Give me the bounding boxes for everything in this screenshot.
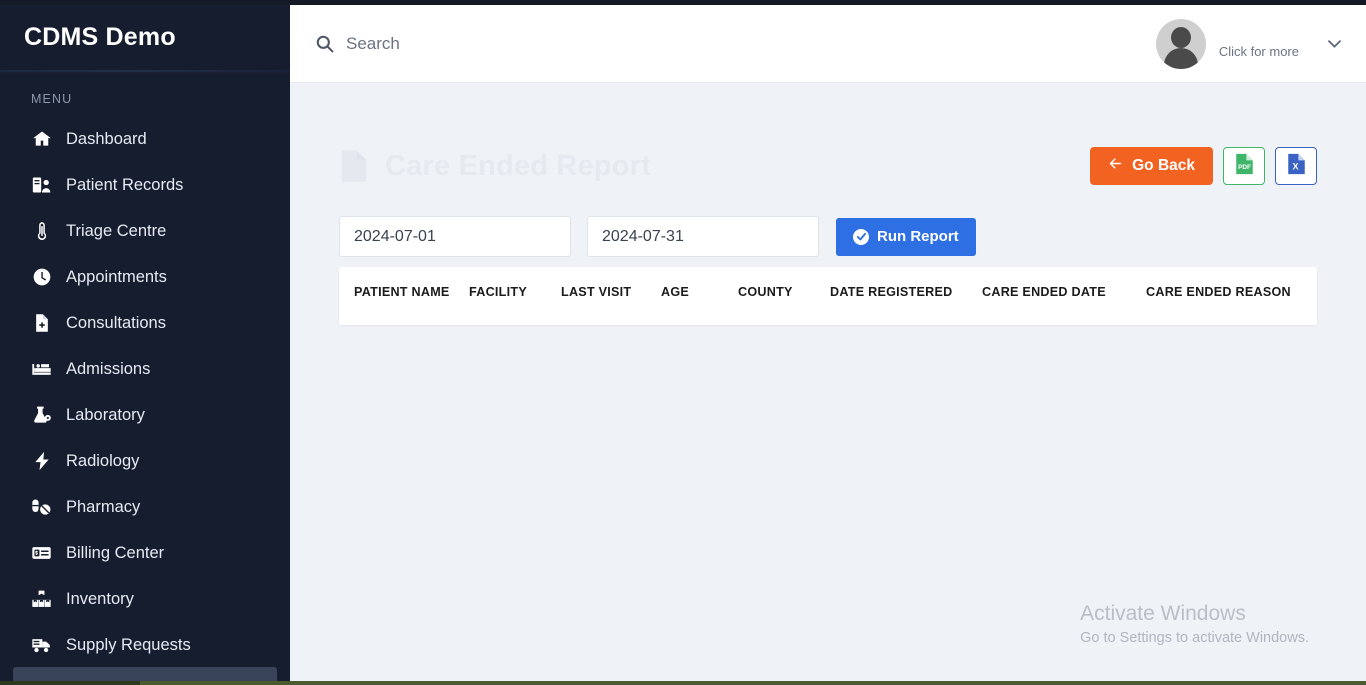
app-window: CDMS Demo MENU Dashboard Patient Records — [0, 0, 1366, 685]
sidebar-item-label: Pharmacy — [66, 497, 141, 516]
run-report-label: Run Report — [877, 228, 959, 245]
sidebar-item-label: Appointments — [66, 267, 167, 286]
sidebar-item-label: Radiology — [66, 451, 140, 470]
sidebar: CDMS Demo MENU Dashboard Patient Records — [0, 0, 290, 685]
main-content: Care Ended Report Go Back PDF X 2024-07-… — [290, 83, 1366, 685]
patient-records-icon — [31, 175, 52, 196]
sidebar-item-inventory[interactable]: Inventory — [0, 576, 290, 622]
truck-icon — [31, 635, 52, 656]
document-icon — [339, 149, 369, 183]
column-header-patient-name[interactable]: PATIENT NAME — [339, 267, 469, 317]
thermometer-icon — [31, 221, 52, 242]
chevron-down-icon[interactable] — [1325, 34, 1344, 53]
sidebar-section-label: MENU — [31, 92, 73, 106]
sidebar-item-patient-records[interactable]: Patient Records — [0, 162, 290, 208]
home-icon — [31, 129, 52, 150]
sidebar-item-label: Patient Records — [66, 175, 184, 194]
sidebar-item-supply-requests[interactable]: Supply Requests — [0, 622, 290, 668]
watermark-subtitle: Go to Settings to activate Windows. — [1080, 630, 1309, 647]
report-table: PATIENT NAME FACILITY LAST VISIT AGE COU… — [339, 267, 1317, 317]
column-header-county[interactable]: COUNTY — [738, 267, 830, 317]
sidebar-item-admissions[interactable]: Admissions — [0, 346, 290, 392]
page-title-group: Care Ended Report — [339, 149, 651, 183]
sidebar-item-label: Consultations — [66, 313, 166, 332]
sidebar-item-appointments[interactable]: Appointments — [0, 254, 290, 300]
end-date-input[interactable] — [587, 216, 819, 257]
start-date-input[interactable] — [339, 216, 571, 257]
arrow-left-icon — [1108, 156, 1123, 176]
file-medical-icon — [31, 313, 52, 334]
search-bar[interactable] — [315, 33, 676, 54]
avatar-head — [1170, 26, 1191, 48]
user-menu[interactable]: Click for more — [1155, 18, 1366, 69]
export-excel-button[interactable]: X — [1275, 147, 1317, 185]
excel-file-icon: X — [1287, 153, 1306, 180]
sidebar-item-label: Triage Centre — [66, 221, 167, 240]
go-back-button[interactable]: Go Back — [1090, 147, 1213, 185]
column-header-last-visit[interactable]: LAST VISIT — [561, 267, 661, 317]
user-menu-label: Click for more — [1218, 43, 1299, 59]
run-report-button[interactable]: Run Report — [836, 217, 976, 256]
sidebar-item-triage-centre[interactable]: Triage Centre — [0, 208, 290, 254]
sidebar-item-billing-center[interactable]: Billing Center — [0, 530, 290, 576]
table-head: PATIENT NAME FACILITY LAST VISIT AGE COU… — [339, 267, 1317, 317]
export-pdf-button[interactable]: PDF — [1223, 147, 1265, 185]
check-circle-icon — [853, 228, 869, 245]
pills-icon — [31, 497, 52, 518]
page-actions: Go Back PDF X — [1090, 147, 1317, 185]
column-header-care-ended-reason[interactable]: CARE ENDED REASON — [1146, 267, 1317, 317]
activate-windows-watermark: Activate Windows Go to Settings to activ… — [1080, 600, 1309, 650]
sidebar-item-radiology[interactable]: Radiology — [0, 438, 290, 484]
flask-icon — [31, 405, 52, 426]
window-bottom-edge-dark — [0, 681, 140, 685]
go-back-label: Go Back — [1132, 157, 1195, 174]
svg-text:X: X — [1292, 161, 1299, 171]
column-header-date-registered[interactable]: DATE REGISTERED — [830, 267, 982, 317]
sidebar-item-label: Inventory — [66, 589, 134, 608]
top-header: Click for more — [290, 5, 1366, 83]
column-header-facility[interactable]: FACILITY — [469, 267, 561, 317]
window-top-strip — [0, 0, 1366, 5]
table-header-row: PATIENT NAME FACILITY LAST VISIT AGE COU… — [339, 267, 1317, 317]
page-header: Care Ended Report Go Back PDF X — [339, 138, 1317, 194]
svg-text:PDF: PDF — [1238, 164, 1251, 171]
bolt-icon — [31, 451, 52, 472]
sidebar-item-pharmacy[interactable]: Pharmacy — [0, 484, 290, 530]
avatar — [1155, 18, 1206, 69]
sidebar-item-label: Laboratory — [66, 405, 145, 424]
sidebar-item-label: Admissions — [66, 359, 151, 378]
sidebar-item-dashboard[interactable]: Dashboard — [0, 116, 290, 162]
watermark-title: Activate Windows — [1080, 601, 1246, 625]
column-header-age[interactable]: AGE — [661, 267, 738, 317]
column-header-care-ended-date[interactable]: CARE ENDED DATE — [982, 267, 1146, 317]
report-table-card: PATIENT NAME FACILITY LAST VISIT AGE COU… — [339, 267, 1317, 325]
brand-title: CDMS Demo — [24, 22, 176, 51]
sidebar-nav: Dashboard Patient Records Triage Centre … — [0, 114, 290, 685]
search-input[interactable] — [346, 33, 676, 54]
billing-card-icon — [31, 543, 52, 564]
page-title: Care Ended Report — [385, 149, 652, 182]
sidebar-item-consultations[interactable]: Consultations — [0, 300, 290, 346]
clock-icon — [31, 267, 52, 288]
pdf-file-icon: PDF — [1235, 153, 1254, 180]
sidebar-item-label: Billing Center — [66, 543, 165, 562]
report-filters: Run Report — [339, 216, 1317, 257]
avatar-body — [1163, 47, 1198, 69]
window-bottom-edge — [0, 681, 1366, 685]
hospital-bed-icon — [31, 359, 52, 380]
boxes-icon — [31, 589, 52, 610]
sidebar-item-label: Dashboard — [66, 129, 147, 148]
sidebar-item-label: Supply Requests — [66, 635, 191, 654]
search-icon — [315, 34, 334, 53]
sidebar-item-laboratory[interactable]: Laboratory — [0, 392, 290, 438]
